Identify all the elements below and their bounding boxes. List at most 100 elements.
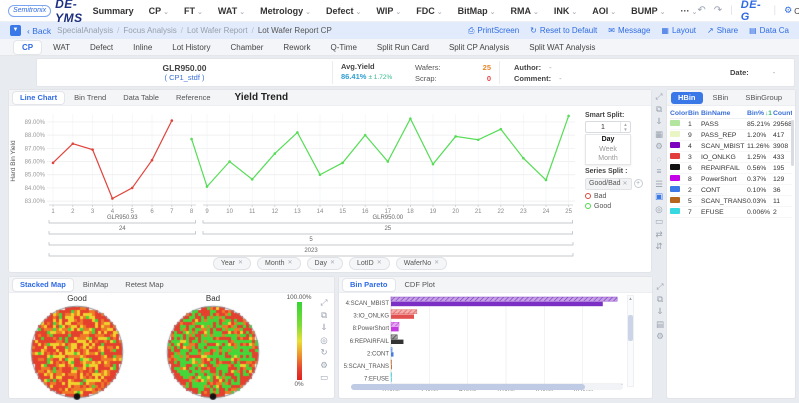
tab-rework[interactable]: Rework — [275, 41, 318, 54]
expand-icon[interactable]: ⤢ — [657, 282, 664, 291]
tab-bin-pareto[interactable]: Bin Pareto — [343, 279, 395, 291]
menu-item-defect[interactable]: Defect⌄ — [326, 6, 361, 16]
bin-table-row[interactable]: 4SCAN_MBIST11.26%3908 — [670, 141, 792, 152]
clone-icon[interactable]: ⧉ — [656, 105, 662, 114]
menu-item-ink[interactable]: INK⌄ — [554, 6, 577, 16]
filter-icon[interactable]: ▼ — [10, 25, 21, 36]
remove-tag-icon[interactable]: ✕ — [330, 258, 335, 269]
menu-item-fdc[interactable]: FDC⌄ — [416, 6, 442, 16]
axis-tag-month[interactable]: Month✕ — [257, 257, 301, 270]
tab-split-cp-analysis[interactable]: Split CP Analysis — [441, 41, 517, 54]
breadcrumb-segment[interactable]: Lot Wafer Report CP — [258, 26, 332, 35]
back-button[interactable]: ‹ Back — [27, 26, 51, 36]
printscreen-button[interactable]: ⎙PrintScreen — [468, 26, 519, 36]
add-split-icon[interactable]: + — [634, 179, 643, 188]
bin-table-row[interactable]: 5SCAN_TRANS0.03%11 — [670, 196, 792, 207]
tab-binmap[interactable]: BinMap — [76, 279, 115, 291]
target-icon[interactable]: ◎ — [655, 205, 662, 214]
table-icon[interactable]: ▤ — [656, 320, 664, 329]
swap-h-icon[interactable]: ⇄ — [655, 230, 662, 239]
bin-table-row[interactable]: 6REPAIRFAIL0.56%195 — [670, 163, 792, 174]
tab-chamber[interactable]: Chamber — [223, 41, 272, 54]
settings-icon[interactable]: ⚙ — [320, 361, 328, 370]
undo-icon[interactable]: ↶ — [697, 5, 705, 16]
remove-tag-icon[interactable]: ✕ — [434, 258, 439, 269]
bin-table-row[interactable]: 3IO_ONLKG1.25%433 — [670, 152, 792, 163]
tab-sbingroup[interactable]: SBinGroup — [738, 92, 789, 104]
remove-tag-icon[interactable]: ✕ — [238, 258, 243, 269]
bin-table-row[interactable]: 1PASS85.21%29568 — [670, 119, 792, 130]
circle-icon[interactable]: ◌ — [656, 155, 661, 164]
legend-item-bad[interactable]: Bad — [585, 193, 647, 200]
expand-icon[interactable]: ⤢ — [321, 298, 328, 307]
tab-sbin[interactable]: SBin — [706, 92, 736, 104]
settings-icon[interactable]: ⚙ — [656, 332, 664, 341]
region-icon[interactable]: ▭ — [655, 217, 663, 226]
tab-defect[interactable]: Defect — [82, 41, 121, 54]
series-split-tag[interactable]: Good/Bad✕ — [585, 178, 632, 190]
tab-lot-history[interactable]: Lot History — [164, 41, 218, 54]
select-area-icon[interactable]: ▣ — [655, 192, 663, 201]
menu-item-cp[interactable]: CP⌄ — [149, 6, 169, 16]
horizontal-scrollbar[interactable] — [351, 384, 623, 390]
bin-table-row[interactable]: 7EFUSE0.006%2 — [670, 207, 792, 218]
clone-icon[interactable]: ⧉ — [321, 311, 327, 320]
wafer-map-bad[interactable] — [165, 304, 261, 400]
settings-icon[interactable]: ⚙ — [655, 142, 663, 151]
menu-item-bump[interactable]: BUMP⌄ — [631, 6, 665, 16]
image-icon[interactable]: ▦ — [655, 130, 663, 139]
bin-table-row[interactable]: 9PASS_REP1.20%417 — [670, 130, 792, 141]
tab-q-time[interactable]: Q-Time — [323, 41, 365, 54]
scrollbar[interactable] — [791, 120, 794, 166]
vertical-scrollbar[interactable]: ▲ — [627, 295, 634, 387]
column-header-color[interactable]: Color — [670, 110, 688, 117]
remove-tag-icon[interactable]: ✕ — [623, 179, 628, 189]
breadcrumb-segment[interactable]: SpecialAnalysis — [57, 26, 113, 35]
tab-stacked-map[interactable]: Stacked Map — [13, 279, 73, 291]
tab-retest-map[interactable]: Retest Map — [118, 279, 170, 291]
download-icon[interactable]: ⇓ — [655, 117, 662, 126]
data-ca-button[interactable]: ▤Data Ca — [749, 26, 789, 35]
column-header-bin[interactable]: Bin — [688, 110, 701, 117]
refresh-icon[interactable]: ↻ — [320, 348, 327, 357]
column-header-binname[interactable]: BinName — [701, 110, 747, 117]
swap-v-icon[interactable]: ⇵ — [655, 242, 662, 251]
menu-item-···[interactable]: ···⌄ — [681, 6, 698, 16]
share-button[interactable]: ↗Share — [707, 26, 738, 35]
tab-split-run-card[interactable]: Split Run Card — [369, 41, 437, 54]
axis-tag-lotid[interactable]: LotID✕ — [349, 257, 390, 270]
tab-line-chart[interactable]: Line Chart — [13, 92, 64, 104]
tab-split-wat-analysis[interactable]: Split WAT Analysis — [521, 41, 603, 54]
tab-cp[interactable]: CP — [14, 41, 41, 54]
tab-hbin[interactable]: HBin — [671, 92, 703, 104]
layout-button[interactable]: ▦Layout — [661, 26, 696, 35]
bin-table-row[interactable]: 2CONT0.10%36 — [670, 185, 792, 196]
column-header-bin%[interactable]: Bin%↓1 — [747, 110, 773, 117]
reset-to-default-button[interactable]: ↻Reset to Default — [530, 26, 597, 35]
axis-tag-waferno[interactable]: WaferNo✕ — [396, 257, 447, 270]
message-button[interactable]: ✉Message — [608, 26, 650, 35]
axis-tag-year[interactable]: Year✕ — [213, 257, 251, 270]
tab-inline[interactable]: Inline — [125, 41, 160, 54]
smart-split-input[interactable]: 1 ▲▼ — [585, 121, 631, 133]
download-icon[interactable]: ⇓ — [656, 307, 663, 316]
wafer-map-good[interactable] — [29, 304, 125, 400]
menu-item-wip[interactable]: WIP⌄ — [376, 6, 401, 16]
menu-item-aoi[interactable]: AOI⌄ — [592, 6, 616, 16]
menu-item-wat[interactable]: WAT⌄ — [218, 6, 245, 16]
menu-icon[interactable]: ☰ — [655, 180, 663, 189]
clone-icon[interactable]: ⧉ — [657, 295, 663, 304]
lot-test-program-link[interactable]: ( CP1_stdf ) — [164, 73, 204, 82]
split-option-week[interactable]: Week — [586, 145, 630, 155]
tab-data-table[interactable]: Data Table — [116, 92, 166, 104]
split-option-day[interactable]: Day — [586, 135, 630, 145]
menu-item-summary[interactable]: Summary — [93, 6, 134, 16]
sort-desc-icon[interactable]: ↓1 — [765, 110, 772, 117]
menu-item-rma[interactable]: RMA⌄ — [510, 6, 538, 16]
download-icon[interactable]: ⇓ — [320, 323, 327, 332]
remove-tag-icon[interactable]: ✕ — [287, 258, 292, 269]
column-header-count[interactable]: Count — [773, 110, 792, 117]
menu-item-bitmap[interactable]: BitMap⌄ — [458, 6, 496, 16]
split-option-month[interactable]: Month — [586, 154, 630, 164]
redo-icon[interactable]: ↷ — [714, 5, 722, 16]
